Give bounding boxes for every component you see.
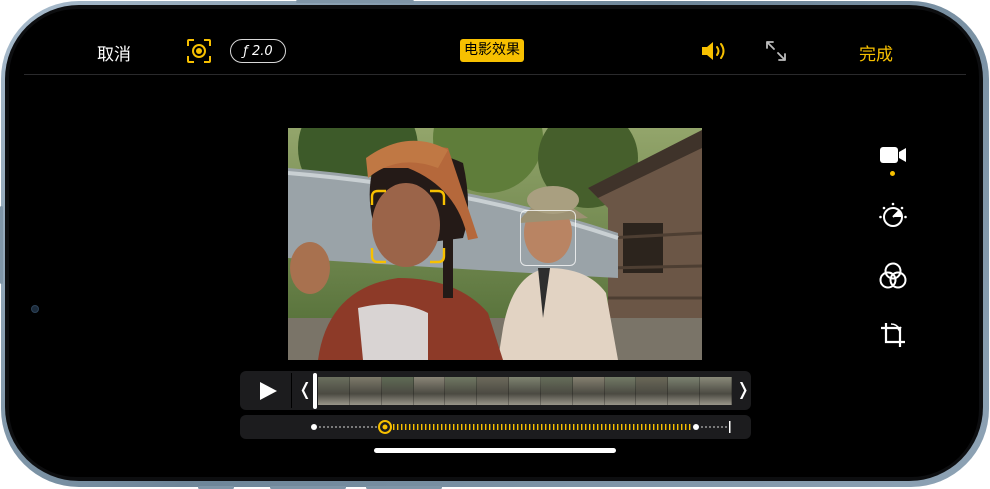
crop-rotate-icon[interactable]: [878, 320, 908, 350]
play-icon[interactable]: [256, 379, 280, 403]
filmstrip-frame: [445, 377, 478, 405]
filmstrip[interactable]: [318, 377, 732, 405]
track-start-point[interactable]: [311, 424, 317, 430]
subject-detection-box[interactable]: [520, 210, 576, 266]
filmstrip-frame: [700, 377, 732, 405]
topbar-divider: [24, 74, 966, 75]
filmstrip-frame: [604, 377, 637, 405]
video-frame-image: [288, 128, 702, 360]
active-tool-indicator: [890, 171, 895, 176]
filmstrip-frame: [381, 377, 414, 405]
focus-lock-icon[interactable]: [186, 38, 212, 64]
video-camera-icon[interactable]: [878, 140, 908, 170]
expand-arrows-icon[interactable]: [764, 39, 788, 63]
focus-keyframe[interactable]: [693, 424, 699, 430]
adjust-dial-icon[interactable]: [878, 201, 908, 231]
filmstrip-frame: [636, 377, 669, 405]
filmstrip-frame: [318, 377, 350, 405]
front-camera-icon: [31, 305, 39, 313]
filmstrip-frame: [349, 377, 382, 405]
cinematic-mode-badge[interactable]: 电影效果: [460, 39, 524, 62]
video-preview[interactable]: [288, 128, 702, 360]
playhead[interactable]: [313, 373, 317, 409]
filters-circles-icon[interactable]: [878, 261, 908, 291]
done-button[interactable]: 完成: [859, 40, 893, 65]
filmstrip-frame: [413, 377, 446, 405]
speaker-volume-icon[interactable]: [700, 39, 730, 63]
filmstrip-frame: [477, 377, 510, 405]
trim-handle-right[interactable]: ❭: [736, 380, 750, 400]
filmstrip-frame: [509, 377, 541, 405]
filmstrip-frame: [540, 377, 573, 405]
filmstrip-frame: [572, 377, 605, 405]
power-button: [0, 206, 3, 284]
focus-points-track[interactable]: [240, 415, 751, 439]
filmstrip-frame: [668, 377, 701, 405]
focus-tracking-box[interactable]: [370, 189, 446, 264]
aperture-button[interactable]: ƒ 2.0: [230, 39, 286, 63]
home-indicator[interactable]: [374, 448, 616, 453]
timeline-divider: [291, 373, 292, 408]
cancel-button[interactable]: 取消: [97, 40, 131, 65]
volume-button: [296, 0, 414, 3]
trim-handle-left[interactable]: ❬: [298, 380, 312, 400]
track-end-marker: [729, 421, 731, 433]
